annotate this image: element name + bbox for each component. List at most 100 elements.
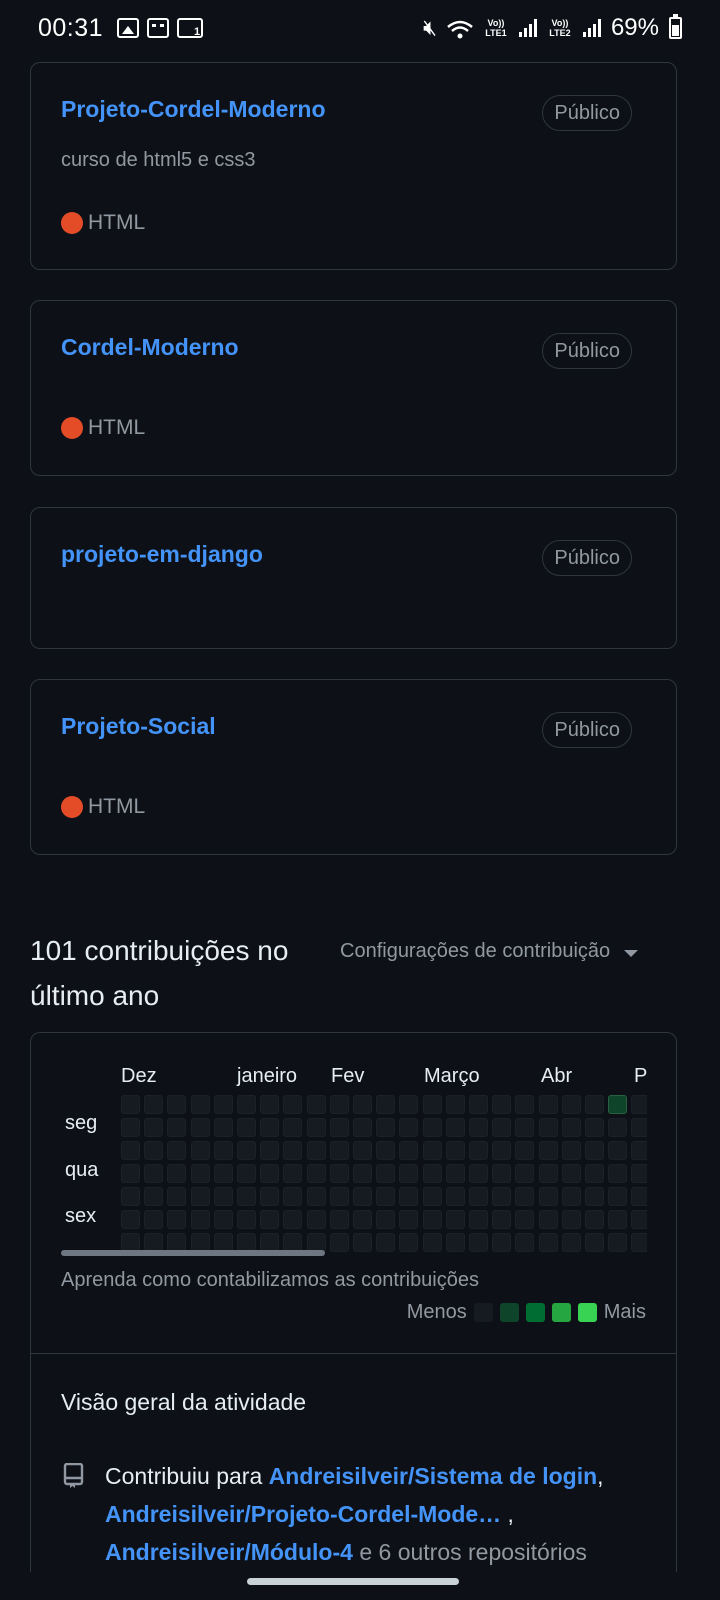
contribution-day-cell[interactable]	[492, 1141, 512, 1160]
contribution-day-cell[interactable]	[631, 1141, 647, 1160]
contribution-day-cell[interactable]	[121, 1095, 140, 1114]
contribution-day-cell[interactable]	[260, 1095, 280, 1114]
contribution-day-cell[interactable]	[167, 1095, 187, 1114]
contribution-day-cell[interactable]	[585, 1210, 604, 1229]
contribution-day-cell[interactable]	[469, 1141, 488, 1160]
contribution-day-cell[interactable]	[399, 1233, 419, 1252]
contribution-day-cell[interactable]	[376, 1118, 396, 1137]
contribution-day-cell[interactable]	[213, 1095, 233, 1114]
contribution-day-cell[interactable]	[121, 1210, 140, 1229]
gesture-navigation-bar[interactable]	[247, 1578, 459, 1585]
contribution-day-cell[interactable]	[353, 1095, 372, 1114]
contribution-day-cell[interactable]	[329, 1141, 349, 1160]
contribution-day-cell[interactable]	[399, 1187, 419, 1206]
contribution-day-cell[interactable]	[515, 1187, 535, 1206]
contribution-day-cell[interactable]	[631, 1095, 647, 1114]
contribution-day-cell[interactable]	[631, 1187, 647, 1206]
activity-repo-link[interactable]: Andreisilveir/Sistema de login	[269, 1463, 598, 1489]
contribution-day-cell[interactable]	[469, 1164, 488, 1183]
contribution-day-cell[interactable]	[376, 1187, 396, 1206]
contribution-day-cell[interactable]	[167, 1187, 187, 1206]
contribution-day-cell[interactable]	[469, 1118, 488, 1137]
contribution-day-cell[interactable]	[121, 1141, 140, 1160]
contribution-day-cell[interactable]	[237, 1187, 256, 1206]
contribution-day-cell[interactable]	[538, 1095, 558, 1114]
contribution-day-cell[interactable]	[608, 1118, 628, 1137]
contribution-day-cell[interactable]	[492, 1118, 512, 1137]
contribution-day-cell[interactable]	[353, 1164, 372, 1183]
contribution-day-cell[interactable]	[585, 1187, 604, 1206]
contribution-day-cell[interactable]	[306, 1118, 326, 1137]
contribution-day-cell[interactable]	[585, 1118, 604, 1137]
contribution-day-cell[interactable]	[213, 1164, 233, 1183]
contribution-day-cell[interactable]	[422, 1233, 442, 1252]
contribution-day-cell[interactable]	[422, 1095, 442, 1114]
contribution-day-cell[interactable]	[492, 1164, 512, 1183]
contribution-day-cell[interactable]	[538, 1210, 558, 1229]
contribution-day-cell[interactable]	[399, 1210, 419, 1229]
learn-contributions-link[interactable]: Aprenda como contabilizamos as contribui…	[61, 1269, 479, 1292]
contribution-day-cell[interactable]	[144, 1141, 164, 1160]
contribution-day-cell[interactable]	[190, 1118, 210, 1137]
contribution-day-cell[interactable]	[283, 1118, 303, 1137]
contribution-day-cell[interactable]	[561, 1210, 581, 1229]
contribution-day-cell[interactable]	[190, 1187, 210, 1206]
contribution-day-cell[interactable]	[306, 1141, 326, 1160]
contribution-day-cell[interactable]	[213, 1118, 233, 1137]
contribution-day-cell[interactable]	[121, 1118, 140, 1137]
repo-name-link[interactable]: Projeto-Cordel-Moderno	[61, 96, 326, 123]
contribution-day-cell[interactable]	[631, 1210, 647, 1229]
horizontal-scrollbar[interactable]	[61, 1250, 325, 1256]
contribution-day-cell[interactable]	[329, 1164, 349, 1183]
contribution-day-cell[interactable]	[422, 1210, 442, 1229]
contribution-day-cell[interactable]	[561, 1187, 581, 1206]
contribution-day-cell[interactable]	[237, 1141, 256, 1160]
contribution-day-cell[interactable]	[608, 1095, 628, 1114]
contribution-day-cell[interactable]	[306, 1187, 326, 1206]
contribution-day-cell[interactable]	[353, 1187, 372, 1206]
contribution-day-cell[interactable]	[121, 1164, 140, 1183]
contribution-day-cell[interactable]	[260, 1164, 280, 1183]
contribution-day-cell[interactable]	[376, 1233, 396, 1252]
contribution-day-cell[interactable]	[260, 1118, 280, 1137]
contribution-day-cell[interactable]	[167, 1118, 187, 1137]
contribution-day-cell[interactable]	[445, 1118, 465, 1137]
contribution-day-cell[interactable]	[260, 1141, 280, 1160]
contribution-day-cell[interactable]	[585, 1095, 604, 1114]
contribution-day-cell[interactable]	[353, 1233, 372, 1252]
contribution-day-cell[interactable]	[422, 1187, 442, 1206]
contribution-day-cell[interactable]	[306, 1164, 326, 1183]
contribution-day-cell[interactable]	[353, 1118, 372, 1137]
contribution-day-cell[interactable]	[515, 1141, 535, 1160]
contribution-day-cell[interactable]	[399, 1118, 419, 1137]
contribution-day-cell[interactable]	[608, 1210, 628, 1229]
repo-name-link[interactable]: Projeto-Social	[61, 713, 216, 740]
contribution-day-cell[interactable]	[585, 1164, 604, 1183]
contribution-day-cell[interactable]	[329, 1210, 349, 1229]
contribution-day-cell[interactable]	[353, 1141, 372, 1160]
contribution-day-cell[interactable]	[213, 1141, 233, 1160]
contribution-day-cell[interactable]	[329, 1233, 349, 1252]
contribution-day-cell[interactable]	[631, 1233, 647, 1252]
contribution-day-cell[interactable]	[167, 1164, 187, 1183]
contribution-day-cell[interactable]	[515, 1210, 535, 1229]
repo-card[interactable]: Projeto-Cordel-Moderno Público curso de …	[30, 62, 677, 270]
contribution-day-cell[interactable]	[376, 1164, 396, 1183]
contribution-day-cell[interactable]	[283, 1164, 303, 1183]
contribution-day-cell[interactable]	[608, 1141, 628, 1160]
contribution-day-cell[interactable]	[445, 1164, 465, 1183]
contribution-day-cell[interactable]	[399, 1141, 419, 1160]
contribution-day-cell[interactable]	[283, 1095, 303, 1114]
contribution-day-cell[interactable]	[121, 1187, 140, 1206]
contribution-day-cell[interactable]	[190, 1095, 210, 1114]
contribution-day-cell[interactable]	[190, 1210, 210, 1229]
contribution-day-cell[interactable]	[144, 1164, 164, 1183]
contribution-day-cell[interactable]	[492, 1233, 512, 1252]
contribution-day-cell[interactable]	[399, 1095, 419, 1114]
contribution-day-cell[interactable]	[283, 1187, 303, 1206]
contribution-day-cell[interactable]	[422, 1164, 442, 1183]
contribution-day-cell[interactable]	[585, 1141, 604, 1160]
contribution-day-cell[interactable]	[260, 1210, 280, 1229]
repo-name-link[interactable]: Cordel-Moderno	[61, 334, 239, 361]
contribution-day-cell[interactable]	[538, 1118, 558, 1137]
